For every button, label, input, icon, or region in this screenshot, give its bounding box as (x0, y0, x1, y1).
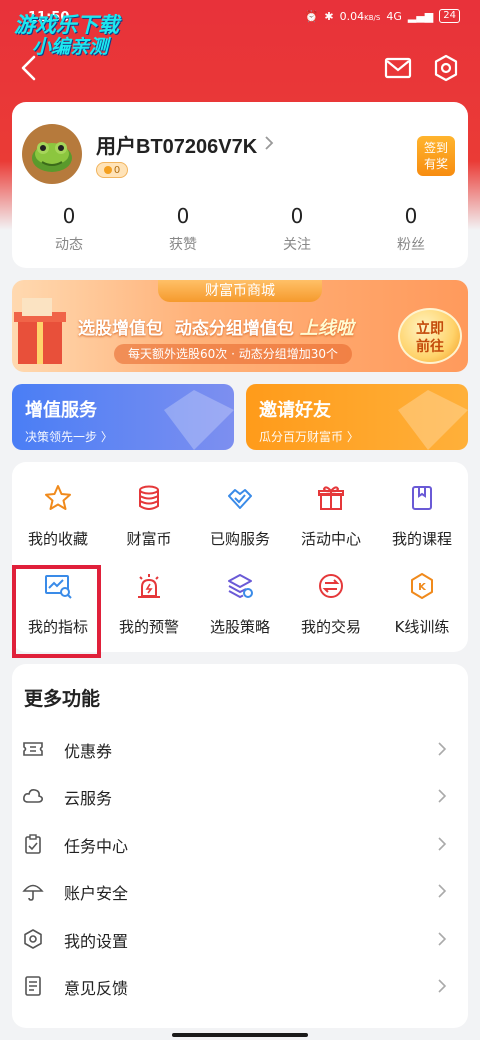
battery-icon: 24 (439, 9, 460, 23)
signal-bars-icon: ▂▄▆ (407, 9, 434, 23)
back-button[interactable] (12, 50, 48, 86)
bluetooth-icon: ✱ (324, 9, 334, 23)
feedback-icon (25, 976, 41, 996)
nav-bar (0, 48, 480, 88)
stat-following[interactable]: 0 关注 (240, 204, 354, 254)
service-activity-center[interactable]: 活动中心 (285, 462, 377, 548)
clipboard-icon (25, 834, 41, 854)
list-item-cloud-service[interactable]: 云服务 (12, 775, 468, 815)
gift-box-illustration (14, 298, 66, 364)
settings-button[interactable] (428, 50, 464, 86)
service-stock-strategy[interactable]: 选股策略 (194, 550, 286, 636)
gift-icon (318, 486, 344, 510)
home-indicator[interactable] (172, 1033, 308, 1037)
username[interactable]: 用户BT07206V7K (96, 130, 257, 159)
service-my-alerts[interactable]: 我的预警 (103, 550, 195, 636)
list-item-task-center[interactable]: 任务中心 (12, 823, 468, 863)
chevron-right-icon (438, 932, 447, 946)
more-functions-card: 更多功能 优惠券 云服务 任务中心 账户安全 我的设置 意见反馈 (12, 664, 468, 1028)
chevron-right-icon (438, 837, 447, 851)
gear-icon (434, 54, 458, 82)
profile-card: 用户BT07206V7K 0 签到 有奖 0 动态 0 获赞 0 关注 0 粉丝 (12, 102, 468, 268)
alarm-status-icon: ⏰ (304, 9, 319, 23)
exchange-icon (319, 574, 343, 598)
watermark-line1: 游戏乐下载 (14, 13, 119, 37)
coupon-icon (23, 742, 43, 756)
network-speed: 0.04KB/S (339, 9, 381, 23)
stat-dynamic[interactable]: 0 动态 (12, 204, 126, 254)
chevron-right-icon (438, 742, 447, 756)
coin-icon (103, 166, 112, 174)
status-icons: ⏰ ✱ 0.04KB/S 4G ▂▄▆ 24 (305, 9, 460, 23)
service-k-line-training[interactable]: K K线训练 (376, 550, 468, 636)
wealth-mall-banner[interactable]: 财富币商城 选股增值包 动态分组增值包 上线啦 每天额外选股60次 · 动态分组… (12, 280, 468, 372)
k-line-icon: K (411, 573, 433, 599)
umbrella-icon (22, 884, 44, 901)
settings-icon (24, 929, 42, 949)
service-wealth-coin[interactable]: 财富币 (103, 462, 195, 548)
more-functions-title: 更多功能 (24, 688, 101, 710)
go-now-button[interactable]: 立即 前往 (398, 308, 462, 364)
list-item-coupon[interactable]: 优惠券 (12, 728, 468, 768)
cloud-icon (23, 789, 43, 803)
invite-friends-card[interactable]: 邀请好友 瓜分百万财富币 〉 (246, 384, 468, 450)
service-purchased[interactable]: 已购服务 (194, 462, 286, 548)
service-favorites[interactable]: 我的收藏 (12, 462, 104, 548)
star-icon (45, 485, 71, 510)
stat-followers[interactable]: 0 粉丝 (354, 204, 468, 254)
back-arrow-icon (21, 55, 36, 81)
mail-icon (384, 57, 412, 79)
signal-label: 4G (386, 9, 402, 23)
svg-text:K: K (418, 582, 427, 593)
banner-tab: 财富币商城 (158, 280, 322, 302)
chevron-right-icon (438, 789, 447, 803)
highlight-box (12, 565, 101, 658)
chevron-right-icon[interactable] (262, 134, 276, 152)
banner-subtext: 每天额外选股60次 · 动态分组增加30个 (114, 344, 352, 364)
handshake-icon (228, 489, 252, 509)
frog-avatar-icon (32, 142, 72, 172)
list-item-feedback[interactable]: 意见反馈 (12, 965, 468, 1005)
banner-headline: 选股增值包 动态分组增值包 上线啦 (78, 318, 354, 339)
list-item-account-security[interactable]: 账户安全 (12, 870, 468, 910)
service-my-courses[interactable]: 我的课程 (376, 462, 468, 548)
chevron-right-icon (438, 979, 447, 993)
layers-icon (228, 574, 253, 599)
list-item-my-settings[interactable]: 我的设置 (12, 918, 468, 958)
alarm-icon (138, 574, 160, 598)
coin-stack-icon (139, 485, 159, 510)
book-icon (412, 486, 432, 510)
coin-count: 0 (113, 164, 121, 176)
value-added-service-card[interactable]: 增值服务 决策领先一步 〉 (12, 384, 234, 450)
avatar[interactable] (22, 124, 82, 184)
profile-stats: 0 动态 0 获赞 0 关注 0 粉丝 (12, 204, 468, 254)
message-button[interactable] (380, 50, 416, 86)
signin-reward-button[interactable]: 签到 有奖 (417, 136, 455, 176)
stat-likes[interactable]: 0 获赞 (126, 204, 240, 254)
coin-badge[interactable]: 0 (96, 162, 128, 178)
chevron-right-icon (438, 884, 447, 898)
service-my-trades[interactable]: 我的交易 (285, 550, 377, 636)
